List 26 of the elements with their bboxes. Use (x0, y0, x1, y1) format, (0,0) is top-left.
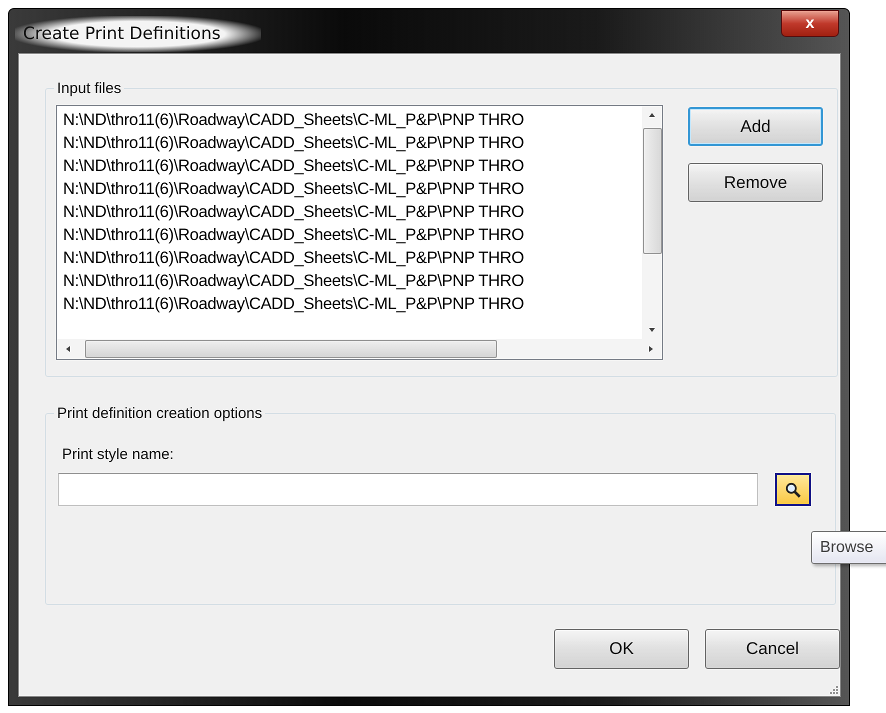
remove-button[interactable]: Remove (688, 163, 823, 202)
ok-button[interactable]: OK (554, 629, 689, 669)
file-list-item[interactable]: N:\ND\thro11(6)\Roadway\CADD_Sheets\C-ML_P&P\PNP THRO (63, 293, 642, 316)
browse-button[interactable] (775, 473, 811, 506)
group-title: Input files (56, 80, 122, 97)
window-title: Create Print Definitions (15, 16, 261, 52)
horizontal-scrollbar[interactable] (57, 339, 662, 359)
vertical-scrollbar[interactable] (642, 106, 662, 339)
cancel-button[interactable]: Cancel (705, 629, 840, 669)
field-label: Print style name: (62, 446, 175, 463)
print-style-field[interactable] (58, 473, 758, 506)
file-list-item[interactable]: N:\ND\thro11(6)\Roadway\CADD_Sheets\C-ML_P&P\PNP THRO (63, 109, 642, 132)
file-list-item[interactable]: N:\ND\thro11(6)\Roadway\CADD_Sheets\C-ML_P&P\PNP THRO (63, 178, 642, 201)
file-list-item[interactable]: N:\ND\thro11(6)\Roadway\CADD_Sheets\C-ML_P&P\PNP THRO (63, 270, 642, 293)
search-icon (784, 480, 802, 498)
file-list-item[interactable]: N:\ND\thro11(6)\Roadway\CADD_Sheets\C-ML_P&P\PNP THRO (63, 224, 642, 247)
file-list-item[interactable]: N:\ND\thro11(6)\Roadway\CADD_Sheets\C-ML_P&P\PNP THRO (63, 132, 642, 155)
file-list-item[interactable]: N:\ND\thro11(6)\Roadway\CADD_Sheets\C-ML_P&P\PNP THRO (63, 247, 642, 270)
add-button[interactable]: Add (688, 107, 823, 146)
file-list-item[interactable]: N:\ND\thro11(6)\Roadway\CADD_Sheets\C-ML_P&P\PNP THRO (63, 201, 642, 224)
file-list[interactable] (56, 105, 663, 360)
group-title: Print definition creation options (56, 405, 264, 422)
resize-grip-icon (828, 684, 838, 694)
tooltip: Browse (811, 531, 886, 564)
file-list-item[interactable]: N:\ND\thro11(6)\Roadway\CADD_Sheets\C-ML_P&P\PNP THRO (63, 155, 642, 178)
close-button[interactable]: x (781, 10, 839, 37)
